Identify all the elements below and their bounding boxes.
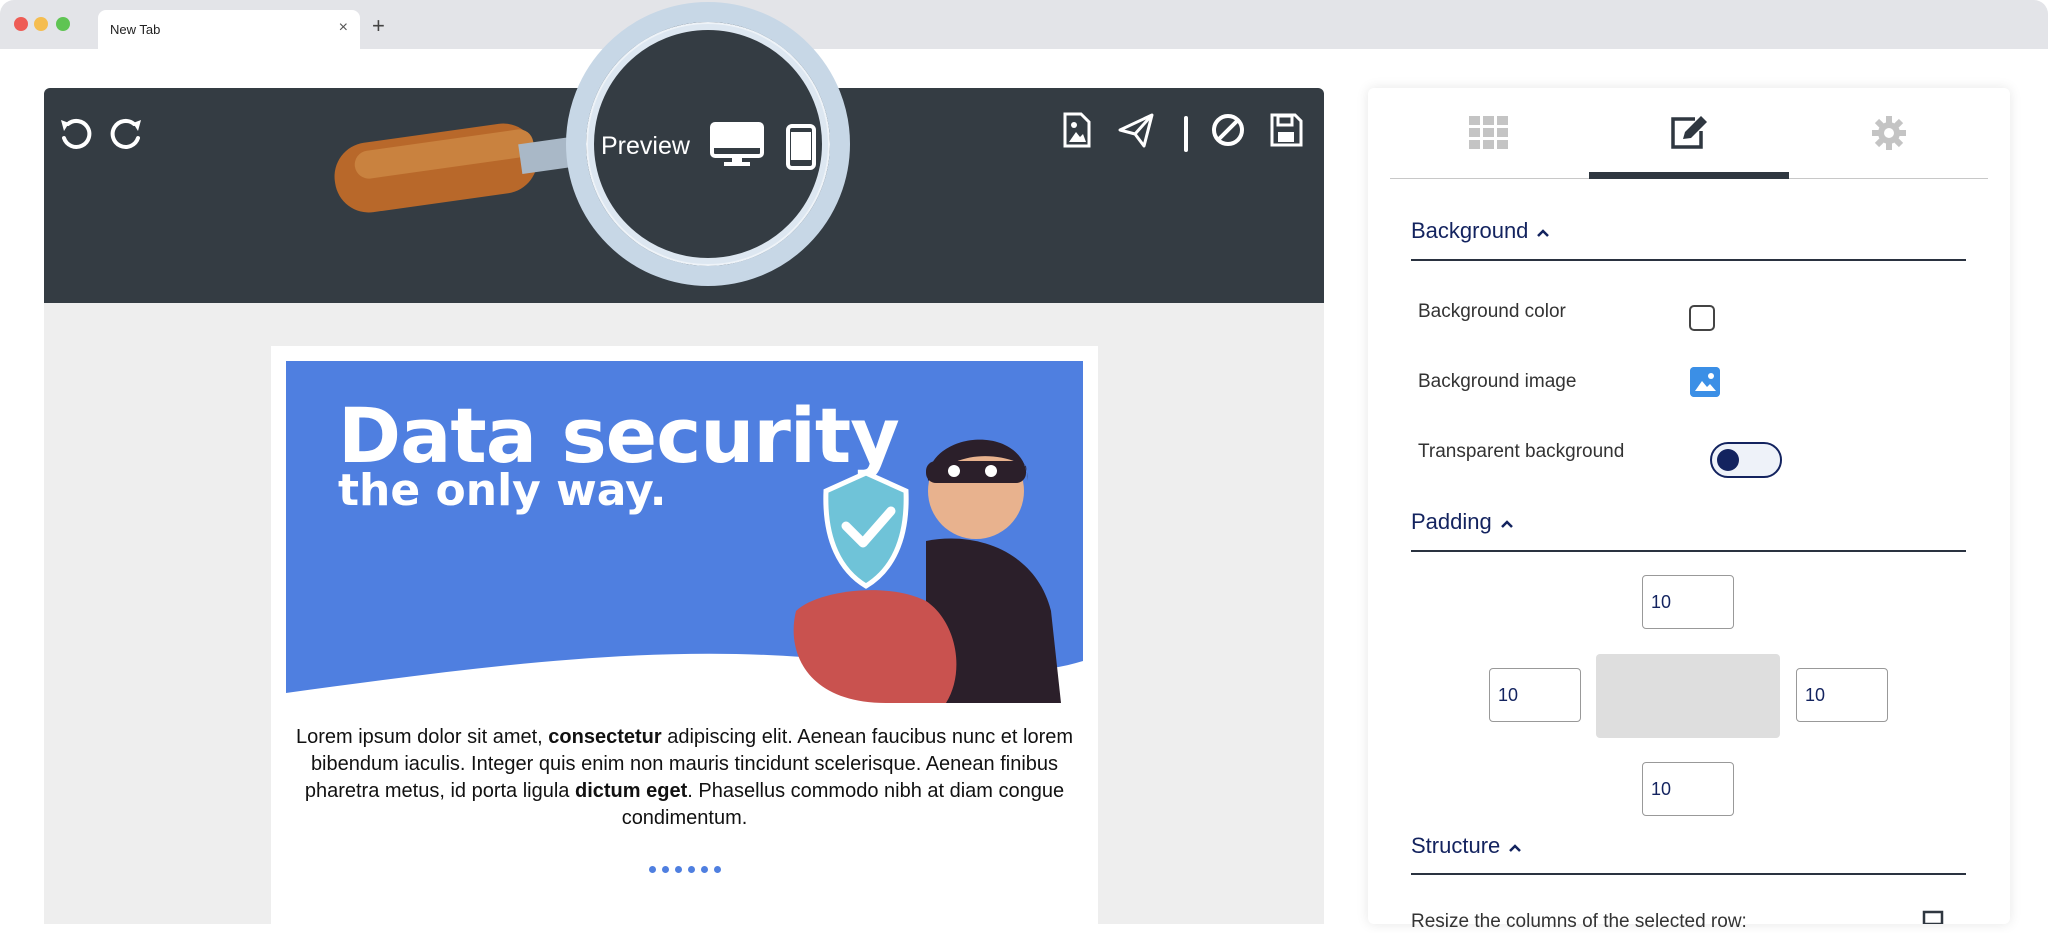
body-text-bold: consectetur xyxy=(548,726,662,748)
background-color-label: Background color xyxy=(1418,301,1566,322)
save-icon[interactable] xyxy=(1266,110,1306,150)
undo-icon[interactable] xyxy=(56,114,96,154)
background-section-header[interactable]: Background xyxy=(1411,218,1550,244)
padding-preview-box xyxy=(1596,654,1780,738)
image-file-icon[interactable] xyxy=(1056,110,1096,150)
mobile-icon[interactable] xyxy=(786,124,816,170)
background-section-rule xyxy=(1411,259,1966,261)
body-text-bold: dictum eget xyxy=(575,780,688,802)
background-image-label: Background image xyxy=(1418,371,1577,392)
structure-resize-text: Resize the columns of the selected row: xyxy=(1411,911,1747,932)
background-color-picker[interactable] xyxy=(1689,305,1715,331)
preview-label: Preview xyxy=(601,132,690,160)
divider-dot xyxy=(687,866,695,873)
grid-icon xyxy=(1469,116,1508,149)
tab-title: New Tab xyxy=(110,22,161,37)
chevron-up-icon xyxy=(1537,229,1550,237)
divider-dot xyxy=(713,866,721,873)
settings-panel: Background Background color Background i… xyxy=(1368,88,2010,932)
tab-edit[interactable] xyxy=(1589,88,1789,178)
email-body-text[interactable]: Lorem ipsum dolor sit amet, consectetur … xyxy=(286,724,1083,832)
tab-content-blocks[interactable] xyxy=(1389,88,1589,178)
dots-divider xyxy=(271,860,1098,878)
browser-title-bar: New Tab × + xyxy=(0,0,2048,49)
divider-dot xyxy=(700,866,708,873)
toggle-knob xyxy=(1717,449,1739,471)
padding-bottom-input[interactable]: 10 xyxy=(1642,762,1734,816)
gear-icon xyxy=(1872,116,1906,150)
padding-left-input[interactable]: 10 xyxy=(1489,668,1581,722)
send-icon[interactable] xyxy=(1116,110,1156,150)
window-zoom-button[interactable] xyxy=(56,17,70,31)
redo-icon[interactable] xyxy=(106,114,146,154)
chevron-up-icon xyxy=(1500,520,1513,528)
divider-dot xyxy=(648,866,656,873)
padding-section-header[interactable]: Padding xyxy=(1411,509,1514,535)
thief-illustration xyxy=(793,439,1061,703)
book-icon[interactable] xyxy=(1920,910,1946,924)
body-text-part: Lorem ipsum dolor sit amet, xyxy=(295,726,549,748)
window-close-button[interactable] xyxy=(14,17,28,31)
padding-section-rule xyxy=(1411,550,1966,552)
padding-top-input[interactable]: 10 xyxy=(1642,575,1734,629)
new-tab-button[interactable]: + xyxy=(372,13,385,39)
divider-dot xyxy=(661,866,669,873)
padding-section-title: Padding xyxy=(1411,509,1492,534)
transparent-background-label: Transparent background xyxy=(1418,441,1625,462)
chevron-up-icon xyxy=(1509,844,1522,852)
tab-settings[interactable] xyxy=(1789,88,1989,178)
structure-section-header[interactable]: Structure xyxy=(1411,833,1522,859)
desktop-icon[interactable] xyxy=(710,122,764,168)
tab-close-icon[interactable]: × xyxy=(339,19,348,37)
divider-dot xyxy=(674,866,682,873)
window-minimize-button[interactable] xyxy=(34,17,48,31)
transparent-background-toggle[interactable] xyxy=(1710,442,1782,478)
image-picker-icon[interactable] xyxy=(1690,367,1720,397)
toolbar-divider xyxy=(1184,116,1188,152)
background-section-title: Background xyxy=(1411,218,1529,243)
active-tab-indicator xyxy=(1589,172,1789,179)
hero-banner[interactable]: Data security the only way. xyxy=(286,361,1083,703)
edit-icon xyxy=(1671,116,1707,149)
block-icon[interactable] xyxy=(1208,110,1248,150)
browser-tab[interactable]: New Tab × xyxy=(98,10,360,49)
structure-section-title: Structure xyxy=(1411,833,1501,858)
structure-section-rule xyxy=(1411,873,1966,875)
body-text-part: . Phasellus commodo nibh at diam congue … xyxy=(621,780,1065,829)
padding-right-input[interactable]: 10 xyxy=(1796,668,1888,722)
email-canvas[interactable]: Data security the only way. Lorem ipsum … xyxy=(271,346,1098,924)
